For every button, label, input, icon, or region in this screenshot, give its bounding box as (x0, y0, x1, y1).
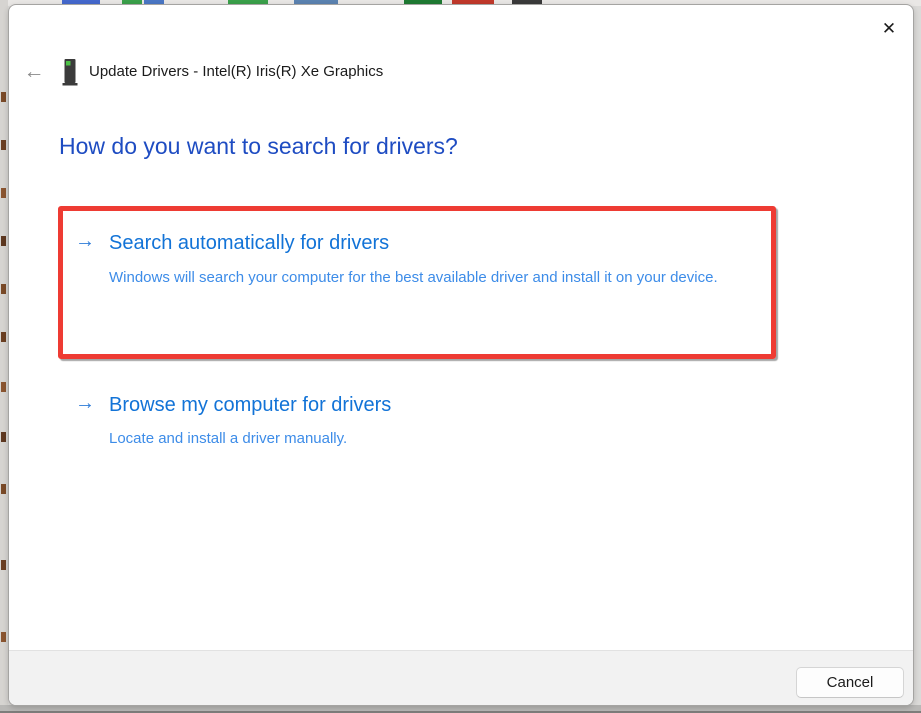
option-search-automatically[interactable]: → Search automatically for drivers Windo… (75, 229, 718, 291)
back-arrow-icon: ← (23, 60, 45, 83)
arrow-right-icon: → (75, 230, 95, 252)
close-button[interactable]: ✕ (873, 13, 905, 45)
option-text: Search automatically for drivers Windows… (109, 229, 718, 291)
desktop-fleck (1, 284, 6, 294)
option-description: Locate and install a driver manually. (109, 430, 348, 447)
desktop-fleck (1, 432, 6, 442)
dialog-header: ← Update Drivers - Intel(R) Iris(R) Xe G… (9, 55, 913, 95)
page-heading: How do you want to search for drivers? (59, 133, 458, 159)
desktop-fleck (1, 560, 6, 570)
desktop-fleck (1, 188, 6, 198)
update-drivers-dialog: ✕ ← Update Drivers - Intel(R) Iris(R) Xe… (8, 4, 914, 706)
option-title: Search automatically for drivers (109, 232, 390, 254)
dialog-title: Update Drivers - Intel(R) Iris(R) Xe Gra… (89, 63, 384, 80)
option-title: Browse my computer for drivers (109, 394, 392, 416)
desktop-fleck (1, 140, 6, 150)
desktop-background-bottom (0, 705, 921, 713)
display-adapter-icon (61, 58, 79, 88)
desktop-fleck (1, 236, 6, 246)
desktop-fleck (1, 332, 6, 342)
desktop-fleck (1, 484, 6, 494)
dialog-footer: Cancel (9, 650, 913, 705)
desktop-fleck (1, 92, 6, 102)
back-button[interactable]: ← (19, 57, 49, 87)
option-browse-computer[interactable]: → Browse my computer for drivers Locate … (75, 391, 391, 452)
desktop-background-left (0, 0, 8, 713)
option-description: Windows will search your computer for th… (109, 269, 718, 286)
arrow-right-icon: → (75, 392, 95, 414)
option-text: Browse my computer for drivers Locate an… (109, 391, 391, 452)
desktop-fleck (1, 632, 6, 642)
close-icon: ✕ (881, 19, 897, 38)
desktop-fleck (1, 382, 6, 392)
cancel-button[interactable]: Cancel (796, 667, 904, 698)
